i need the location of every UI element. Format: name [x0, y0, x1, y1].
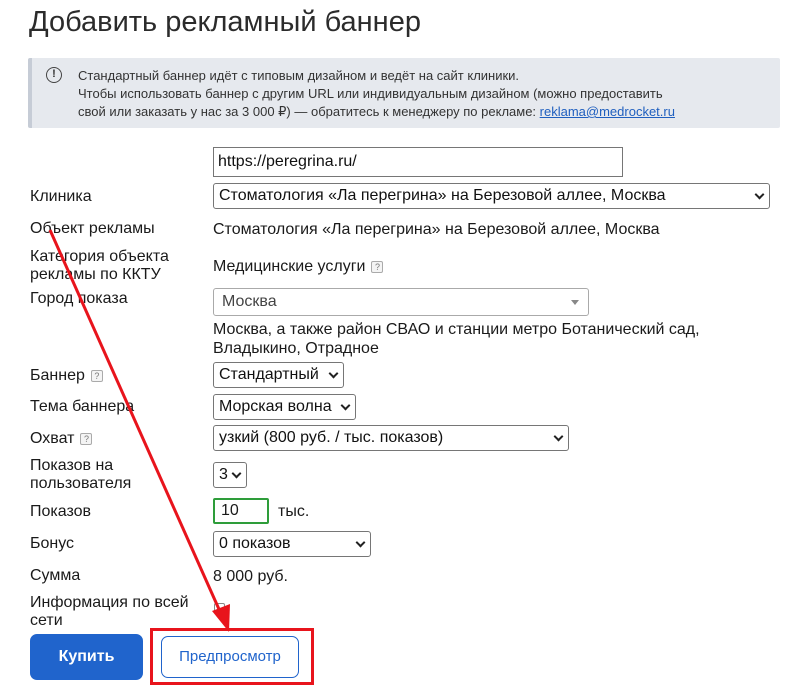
chevron-down-icon — [340, 400, 351, 411]
per-user-label: Показов на пользователя — [30, 457, 131, 493]
category-label: Категория объекта рекламы по ККТУ — [30, 248, 169, 284]
shows-label: Показов — [30, 503, 92, 520]
banner-type-select[interactable]: Стандартный — [213, 362, 344, 388]
city-label: Город показа — [30, 290, 128, 307]
banner-label-text: Баннер — [30, 367, 85, 384]
reach-label: Охват? — [30, 430, 93, 448]
per-user-select[interactable]: 3 — [213, 462, 247, 488]
reach-value: узкий (800 руб. / тыс. показов) — [219, 429, 444, 446]
sum-label: Сумма — [30, 567, 81, 584]
object-value: Стоматология «Ла перегрина» на Березовой… — [213, 221, 660, 238]
banner-type-value: Стандартный — [219, 366, 319, 383]
info-icon: ! — [46, 67, 62, 83]
notice-line-1: Стандартный баннер идёт с типовым дизайн… — [78, 68, 520, 83]
page-title: Добавить рекламный баннер — [29, 6, 421, 38]
triangle-down-icon — [571, 300, 579, 305]
object-label: Объект рекламы — [30, 220, 155, 237]
chevron-down-icon — [754, 189, 765, 200]
network-info-label: Информация по всей сети — [30, 594, 189, 630]
city-note: Москва, а также район СВАО и станции мет… — [213, 320, 700, 358]
chevron-down-icon — [355, 537, 366, 548]
network-info-checkbox[interactable] — [214, 603, 225, 614]
shows-unit: тыс. — [278, 503, 310, 520]
theme-label: Тема баннера — [30, 398, 135, 415]
info-notice: ! Стандартный баннер идёт с типовым диза… — [28, 58, 780, 128]
city-note-line-2: Владыкино, Отрадное — [213, 340, 379, 357]
per-user-value: 3 — [219, 466, 228, 483]
category-label-line-1: Категория объекта — [30, 248, 169, 265]
banner-label: Баннер? — [30, 367, 103, 385]
clinic-select-value: Стоматология «Ла перегрина» на Березовой… — [219, 187, 666, 204]
reach-label-text: Охват — [30, 430, 75, 447]
city-select[interactable]: Москва — [213, 288, 589, 316]
clinic-label: Клиника — [30, 188, 92, 205]
category-value: Медицинские услуги? — [213, 257, 384, 276]
help-icon[interactable]: ? — [90, 369, 103, 382]
bonus-label: Бонус — [30, 535, 75, 552]
category-value-text: Медицинские услуги — [213, 258, 366, 275]
manager-email-link[interactable]: reklama@medrocket.ru — [540, 104, 675, 119]
reach-select[interactable]: узкий (800 руб. / тыс. показов) — [213, 425, 569, 451]
notice-line-3-text: свой или заказать у нас за 3 000 ₽) — об… — [78, 104, 540, 119]
theme-value: Морская волна — [219, 398, 332, 415]
bonus-value: 0 показов — [219, 535, 291, 552]
notice-line-2: Чтобы использовать баннер с другим URL и… — [78, 86, 663, 101]
help-icon[interactable]: ? — [80, 432, 93, 445]
per-user-label-line-2: пользователя — [30, 475, 132, 492]
buy-button[interactable]: Купить — [30, 634, 143, 680]
notice-line-3: свой или заказать у нас за 3 000 ₽) — об… — [78, 103, 778, 121]
category-label-line-2: рекламы по ККТУ — [30, 266, 161, 283]
sum-value: 8 000 руб. — [213, 568, 288, 585]
city-select-value: Москва — [222, 293, 277, 310]
annotation-highlight-box — [150, 628, 314, 685]
shows-input[interactable]: 10 — [213, 498, 269, 524]
network-info-label-line-1: Информация по всей — [30, 594, 189, 611]
clinic-select[interactable]: Стоматология «Ла перегрина» на Березовой… — [213, 183, 770, 209]
annotation-arrow-line — [48, 229, 224, 617]
help-icon[interactable]: ? — [371, 260, 384, 273]
theme-select[interactable]: Морская волна — [213, 394, 356, 420]
per-user-label-line-1: Показов на — [30, 457, 114, 474]
bonus-select[interactable]: 0 показов — [213, 531, 371, 557]
city-note-line-1: Москва, а также район СВАО и станции мет… — [213, 321, 700, 338]
chevron-down-icon — [328, 368, 339, 379]
banner-url-input[interactable]: https://peregrina.ru/ — [213, 147, 623, 177]
chevron-down-icon — [231, 468, 242, 479]
chevron-down-icon — [553, 431, 564, 442]
notice-text: Стандартный баннер идёт с типовым дизайн… — [78, 67, 778, 121]
